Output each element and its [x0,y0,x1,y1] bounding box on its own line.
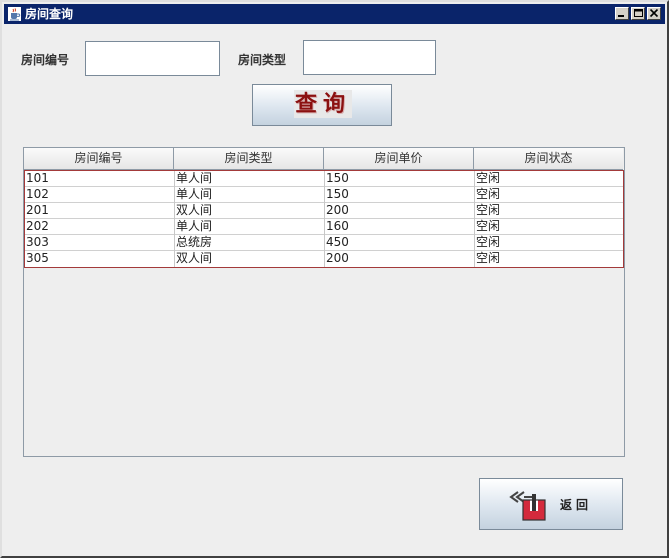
cell-room-status[interactable]: 空闲 [475,219,624,235]
cell-room-price[interactable]: 200 [325,203,475,219]
cell-room-number[interactable]: 305 [25,251,175,267]
table-row[interactable]: 305 双人间 200 空闲 [25,251,623,267]
cell-room-type[interactable]: 总统房 [175,235,325,251]
cell-room-status[interactable]: 空闲 [475,251,624,267]
table-header: 房间编号 房间类型 房间单价 房间状态 [24,148,624,170]
maximize-icon [634,9,643,17]
minimize-button[interactable] [615,7,629,20]
room-number-label: 房间编号 [21,53,70,67]
cell-room-type[interactable]: 双人间 [175,251,325,267]
cell-room-type[interactable]: 单人间 [175,187,325,203]
room-number-input[interactable] [85,41,220,76]
room-type-label: 房间类型 [238,53,287,67]
column-header-room-type[interactable]: 房间类型 [174,148,324,170]
back-arrow-icon [509,491,546,521]
cell-room-price[interactable]: 160 [325,219,475,235]
query-button-label: 查询 [294,90,352,118]
window-title: 房间查询 [25,7,74,21]
table-row[interactable]: 201 双人间 200 空闲 [25,203,623,219]
close-button[interactable] [647,7,661,20]
table-row[interactable]: 303 总统房 450 空闲 [25,235,623,251]
table-row[interactable]: 101 单人间 150 空闲 [25,171,623,187]
cell-room-type[interactable]: 单人间 [175,219,325,235]
cell-room-number[interactable]: 202 [25,219,175,235]
room-type-input[interactable] [303,40,436,75]
cell-room-type[interactable]: 双人间 [175,203,325,219]
cell-room-status[interactable]: 空闲 [475,171,624,187]
table-row[interactable]: 202 单人间 160 空闲 [25,219,623,235]
query-button[interactable]: 查询 [252,84,392,126]
table-row[interactable]: 102 单人间 150 空闲 [25,187,623,203]
cell-room-type[interactable]: 单人间 [175,171,325,187]
cell-room-number[interactable]: 201 [25,203,175,219]
java-cup-icon [8,7,21,21]
cell-room-number[interactable]: 303 [25,235,175,251]
minimize-icon [618,15,624,17]
cell-room-status[interactable]: 空闲 [475,187,624,203]
back-button-label: 返回 [560,498,593,512]
column-header-room-price[interactable]: 房间单价 [324,148,474,170]
cell-room-number[interactable]: 102 [25,187,175,203]
cell-room-price[interactable]: 150 [325,187,475,203]
back-button[interactable]: 返回 [479,478,623,530]
column-header-room-status[interactable]: 房间状态 [474,148,623,170]
cell-room-status[interactable]: 空闲 [475,235,624,251]
room-table[interactable]: 房间编号 房间类型 房间单价 房间状态 101 单人间 150 空闲 102 单… [23,147,625,457]
cell-room-number[interactable]: 101 [25,171,175,187]
cell-room-price[interactable]: 450 [325,235,475,251]
close-icon [649,9,659,18]
title-bar[interactable]: 房间查询 [4,4,665,24]
room-query-window: 房间查询 房间编号 房间类型 查询 房间编号 房间类型 房间单价 房间状态 10… [0,0,669,558]
cell-room-status[interactable]: 空闲 [475,203,624,219]
cell-room-price[interactable]: 200 [325,251,475,267]
cell-room-price[interactable]: 150 [325,171,475,187]
maximize-button[interactable] [631,7,645,20]
column-header-room-number[interactable]: 房间编号 [24,148,174,170]
table-body: 101 单人间 150 空闲 102 单人间 150 空闲 201 双人间 20… [24,170,624,268]
